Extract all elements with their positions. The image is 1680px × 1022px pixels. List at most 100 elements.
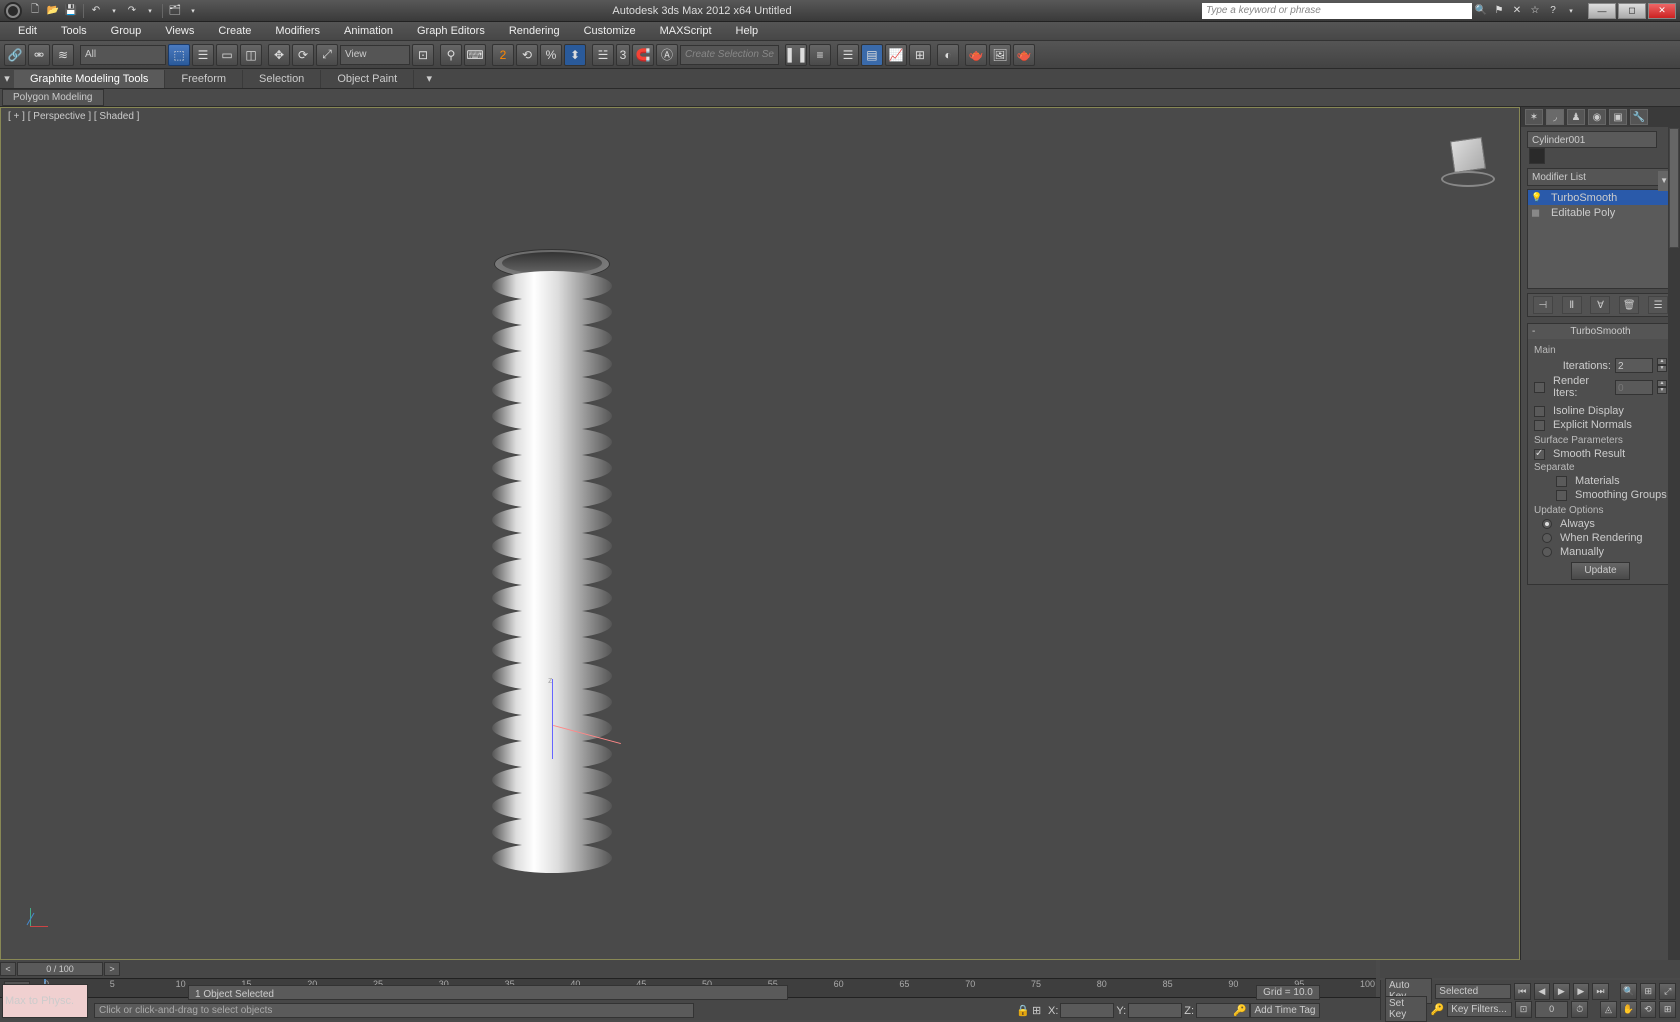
curve-editor-icon[interactable]: 📈 [885, 44, 907, 66]
menu-graph-editors[interactable]: Graph Editors [405, 23, 497, 39]
zoom-all-icon[interactable]: ⊞ [1640, 983, 1657, 1000]
explicit-check[interactable] [1534, 420, 1545, 431]
zoom-icon[interactable]: 🔍 [1620, 983, 1637, 1000]
ribbon-tab-selection[interactable]: Selection [243, 70, 321, 88]
manip-icon[interactable]: ⚲ [440, 44, 462, 66]
pan-icon[interactable]: ✋ [1620, 1001, 1637, 1018]
exchange-icon[interactable]: ✕ [1509, 4, 1525, 18]
render-frame-icon[interactable]: 🖼 [989, 44, 1011, 66]
time-slider[interactable]: < 0 / 100 > [0, 960, 1376, 978]
close-button[interactable]: ✕ [1648, 3, 1676, 19]
maximize-vp-icon[interactable]: ⊞ [1659, 1001, 1676, 1018]
keymode-icon[interactable]: ⌨ [464, 44, 486, 66]
select-rect-icon[interactable]: ▭ [216, 44, 238, 66]
key-icon[interactable]: 🔑 [1233, 1004, 1247, 1017]
search-icon[interactable]: 🔍 [1473, 4, 1489, 18]
frame-field[interactable]: 0 [1535, 1001, 1568, 1018]
frame-next-icon[interactable]: > [104, 962, 120, 976]
help-drop-icon[interactable]: ▾ [1563, 4, 1579, 18]
maximize-button[interactable]: ◻ [1618, 3, 1646, 19]
menu-group[interactable]: Group [99, 23, 154, 39]
mirror-icon[interactable]: ▌▐ [785, 44, 807, 66]
spin-down-icon[interactable]: ▼ [1657, 365, 1667, 372]
fov-icon[interactable]: ◬ [1600, 1001, 1617, 1018]
y-field[interactable] [1128, 1003, 1182, 1018]
rotate-icon[interactable]: ⟳ [292, 44, 314, 66]
snap-angle-icon[interactable]: ⟲ [516, 44, 538, 66]
ribbon-tab-objectpaint[interactable]: Object Paint [321, 70, 414, 88]
ref-coord[interactable]: View [340, 45, 410, 65]
zoom-ext-icon[interactable]: ⤢ [1659, 983, 1676, 1000]
tab-utilities-icon[interactable]: 🔧 [1630, 109, 1648, 125]
redo-drop-icon[interactable]: ▾ [142, 4, 158, 18]
material-icon[interactable]: ◐ [937, 44, 959, 66]
object-name-field[interactable]: Cylinder001 [1527, 131, 1657, 148]
project-drop-icon[interactable]: ▾ [185, 4, 201, 18]
rollout-header[interactable]: TurboSmooth [1528, 324, 1673, 339]
menu-create[interactable]: Create [206, 23, 263, 39]
tab-display-icon[interactable]: ▣ [1609, 109, 1627, 125]
align-icon[interactable]: ≡ [809, 44, 831, 66]
make-unique-icon[interactable]: ∀ [1590, 296, 1610, 314]
selection-filter[interactable]: All [80, 45, 166, 65]
setkey-button[interactable]: Set Key [1385, 996, 1427, 1022]
viewport[interactable]: [ + ] [ Perspective ] [ Shaded ] z [0, 107, 1520, 960]
edit-sel-icon[interactable]: ☱ [592, 44, 614, 66]
next-frame-icon[interactable]: ▶ [1573, 983, 1590, 1000]
orbit-icon[interactable]: ⟲ [1640, 1001, 1657, 1018]
scale-icon[interactable]: ⤢ [316, 44, 338, 66]
render-iters-check[interactable] [1534, 382, 1545, 393]
spinner-snap-icon[interactable]: ⬍ [564, 44, 586, 66]
menu-animation[interactable]: Animation [332, 23, 405, 39]
menu-tools[interactable]: Tools [49, 23, 99, 39]
project-icon[interactable]: 🗂 [167, 4, 183, 18]
key-icon[interactable]: 🔑 [1430, 1003, 1444, 1016]
configure-sets-icon[interactable]: ☰ [1648, 296, 1668, 314]
menu-help[interactable]: Help [724, 23, 771, 39]
key-mode-combo[interactable]: Selected [1435, 984, 1511, 999]
goto-start-icon[interactable]: ⏮ [1514, 983, 1531, 1000]
window-crossing-icon[interactable]: ◫ [240, 44, 262, 66]
save-icon[interactable]: 💾 [63, 4, 79, 18]
snap-2d-icon[interactable]: 2 [492, 44, 514, 66]
manually-radio[interactable] [1542, 547, 1552, 557]
time-config-icon[interactable]: ⏱ [1571, 1001, 1588, 1018]
remove-mod-icon[interactable]: 🗑 [1619, 296, 1639, 314]
select-name-icon[interactable]: ☰ [192, 44, 214, 66]
undo-icon[interactable]: ↶ [88, 4, 104, 18]
modifier-list-combo[interactable]: Modifier List [1527, 168, 1674, 186]
goto-end-icon[interactable]: ⏭ [1592, 983, 1609, 1000]
menu-views[interactable]: Views [153, 23, 206, 39]
spin-up-icon[interactable]: ▲ [1657, 380, 1667, 387]
isolate-icon[interactable]: ⊡ [1515, 1001, 1532, 1018]
ribbon-toggle-icon[interactable]: ▾ [0, 72, 14, 85]
panel-scrollbar[interactable] [1668, 127, 1680, 960]
tab-create-icon[interactable]: ✶ [1525, 109, 1543, 125]
help-search[interactable]: Type a keyword or phrase [1202, 3, 1472, 19]
smoothing-groups-check[interactable] [1556, 490, 1567, 501]
select-icon[interactable]: ⬚ [168, 44, 190, 66]
layers-icon[interactable]: ☰ [837, 44, 859, 66]
render-icon[interactable]: 🫖 [1013, 44, 1035, 66]
tab-motion-icon[interactable]: ◉ [1588, 109, 1606, 125]
maxscript-listener[interactable]: Max to Physc. [2, 984, 88, 1018]
link-icon[interactable]: 🔗 [4, 44, 26, 66]
bind-icon[interactable]: ≋ [52, 44, 74, 66]
stack-item-editablepoly[interactable]: ◼Editable Poly [1528, 205, 1673, 220]
lock-icon[interactable]: 🔒 [1016, 1004, 1030, 1017]
tab-modify-icon[interactable]: ◞ [1546, 109, 1564, 125]
always-radio[interactable] [1542, 519, 1552, 529]
add-time-tag[interactable]: Add Time Tag [1250, 1003, 1320, 1018]
menu-rendering[interactable]: Rendering [497, 23, 572, 39]
scene-object-cylinder[interactable] [492, 249, 612, 869]
menu-edit[interactable]: Edit [6, 23, 49, 39]
show-end-icon[interactable]: Ⅱ [1562, 296, 1582, 314]
pin-stack-icon[interactable]: ⊣ [1533, 296, 1553, 314]
x-field[interactable] [1060, 1003, 1114, 1018]
open-icon[interactable]: 📂 [45, 4, 61, 18]
viewport-label[interactable]: [ + ] [ Perspective ] [ Shaded ] [8, 111, 139, 122]
stack-item-turbosmooth[interactable]: 💡TurboSmooth [1528, 190, 1673, 205]
move-icon[interactable]: ✥ [268, 44, 290, 66]
isoline-check[interactable] [1534, 406, 1545, 417]
help-icon[interactable]: ? [1545, 4, 1561, 18]
